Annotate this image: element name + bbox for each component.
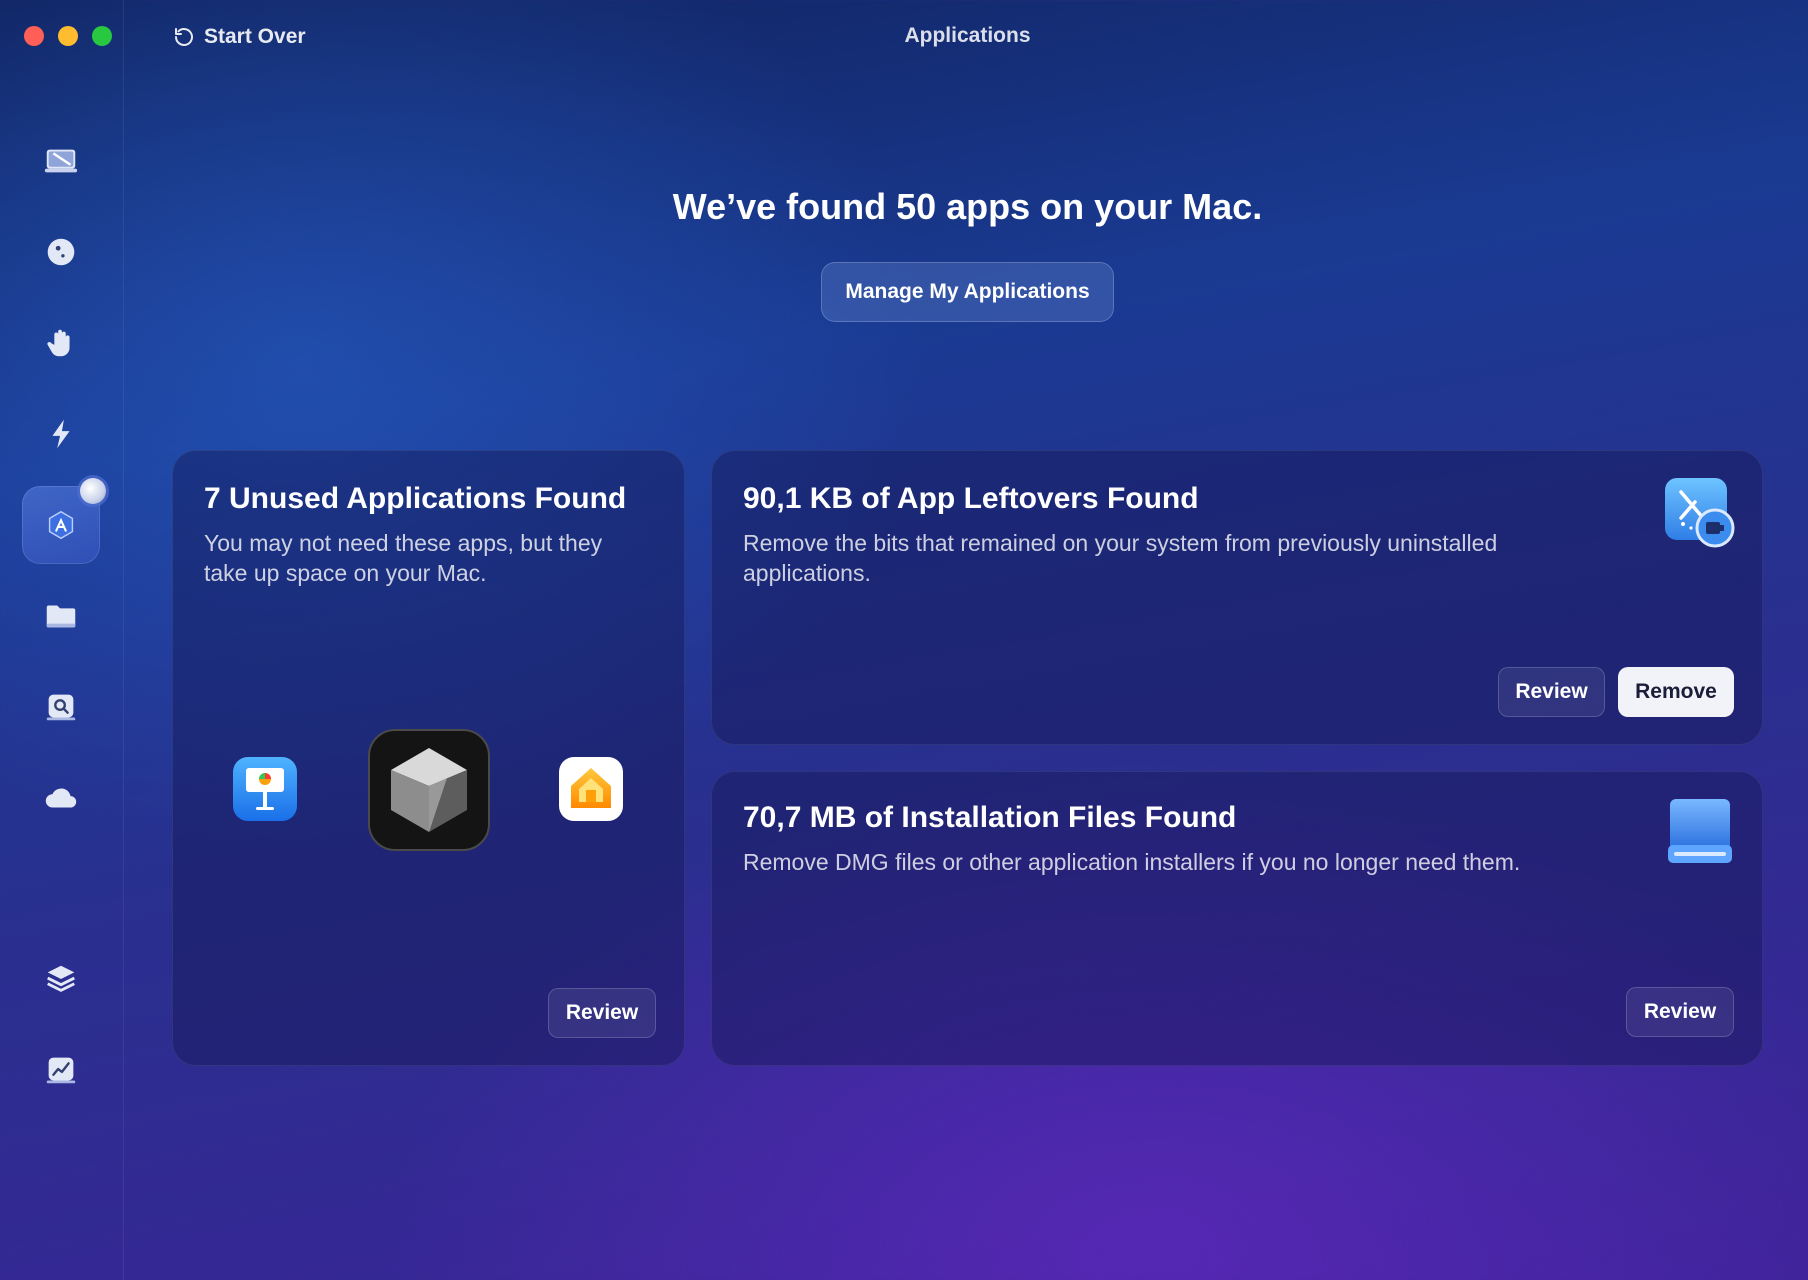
sidebar-item-speed[interactable] [22, 395, 100, 473]
cloud-icon [45, 788, 77, 808]
window-title: Applications [904, 24, 1031, 47]
unused-apps-card: 7 Unused Applications Found You may not … [172, 450, 685, 1066]
unused-apps-description-line1: You may not need these apps, but they [204, 530, 603, 556]
sidebar-item-space-lens[interactable] [22, 668, 100, 746]
space-lens-icon [46, 694, 76, 721]
sidebar-item-performance[interactable] [22, 1031, 100, 1109]
installation-files-description: Remove DMG files or other application in… [743, 849, 1521, 875]
keynote-icon[interactable] [232, 756, 298, 822]
app-leftovers-description-line2: applications. [743, 560, 871, 586]
sidebar-item-applications[interactable] [22, 478, 106, 564]
app-leftovers-remove-button[interactable]: Remove [1618, 667, 1734, 717]
installation-files-review-button[interactable]: Review [1626, 987, 1734, 1037]
protection-icon [47, 238, 75, 266]
system-junk-icon [44, 149, 78, 173]
app-leftovers-description-line1: Remove the bits that remained on your sy… [743, 530, 1498, 556]
speed-bolt-icon [52, 419, 70, 449]
installation-files-title: 70,7 MB of Installation Files Found [743, 801, 1237, 834]
app-leftovers-title: 90,1 KB of App Leftovers Found [743, 482, 1199, 515]
app-leftovers-description: Remove the bits that remained on your sy… [743, 528, 1623, 588]
sidebar-item-cloud[interactable] [22, 759, 100, 837]
page-headline: We’ve found 50 apps on your Mac. [672, 186, 1263, 227]
sidebar-item-privacy[interactable] [22, 304, 100, 382]
files-folder-icon [46, 605, 76, 628]
unused-apps-review-button[interactable]: Review [548, 988, 656, 1038]
app-leftovers-review-button[interactable]: Review [1498, 667, 1605, 717]
unused-apps-title: 7 Unused Applications Found [204, 482, 627, 515]
unused-apps-description: You may not need these apps, but they ta… [204, 528, 602, 588]
installation-files-card: 70,7 MB of Installation Files Found Remo… [711, 771, 1763, 1066]
home-app-icon[interactable] [558, 756, 624, 822]
sidebar-item-stack[interactable] [22, 940, 100, 1018]
sidebar-item-files[interactable] [22, 577, 100, 655]
active-indicator [80, 478, 106, 504]
manage-applications-button[interactable]: Manage My Applications [821, 262, 1114, 322]
app-leftovers-icon [1665, 478, 1735, 548]
app-leftovers-card: 90,1 KB of App Leftovers Found Remove th… [711, 450, 1763, 745]
performance-chart-icon [46, 1057, 76, 1084]
privacy-hand-icon [47, 329, 70, 357]
installer-drive-icon [1668, 799, 1732, 863]
applications-icon [48, 510, 74, 540]
stack-icon [47, 965, 75, 992]
cube-app-icon[interactable] [367, 728, 491, 852]
unused-apps-description-line2: take up space on your Mac. [204, 560, 487, 586]
